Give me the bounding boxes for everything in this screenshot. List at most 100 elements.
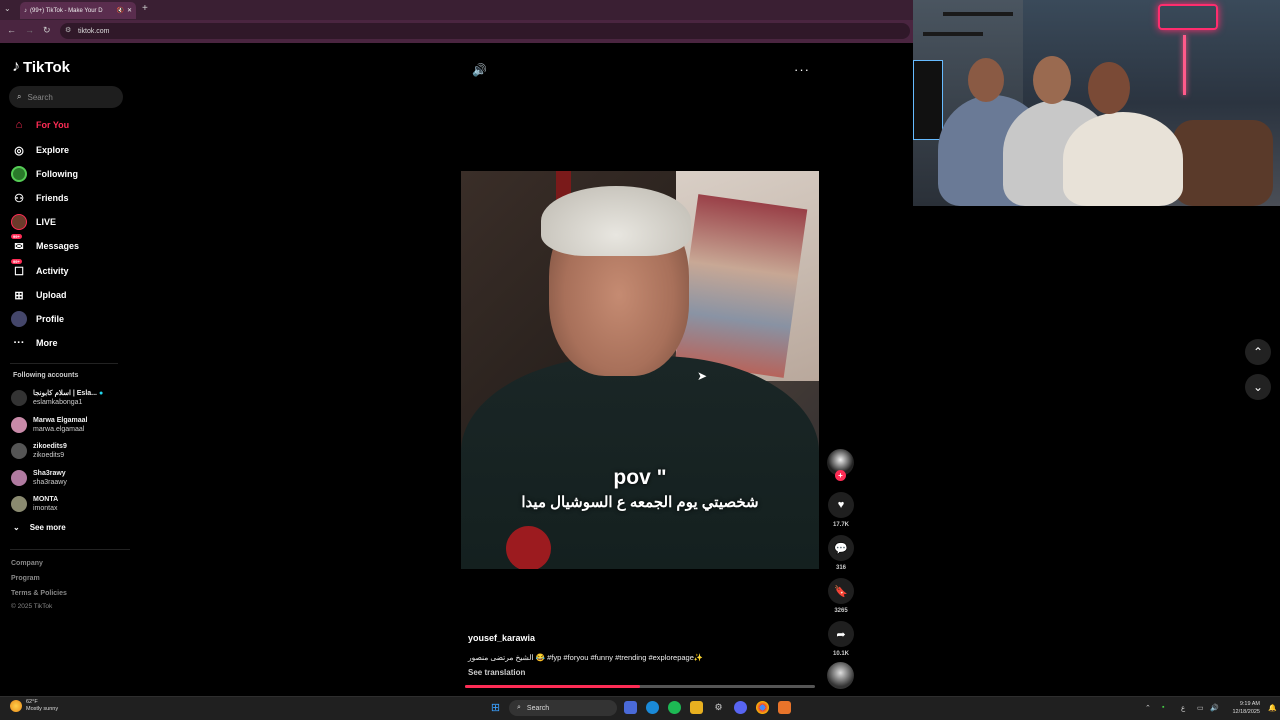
avatar [11,390,27,406]
comment-icon[interactable]: 💬 [828,535,854,561]
live-icon [11,214,27,230]
settings-icon[interactable]: ⚙ [712,701,725,714]
chevron-down-icon: ⌄ [13,523,20,532]
previous-video-button[interactable]: ⌃ [1245,339,1271,365]
see-translation-link[interactable]: See translation [468,668,525,677]
heart-icon[interactable]: ♥ [828,492,854,518]
following-account[interactable]: Sha3rawy sha3raawy [11,469,67,487]
more-icon: ··· [13,337,25,349]
search-icon: ⌕ [17,92,22,101]
back-icon[interactable]: ← [7,25,16,35]
messages-badge: 99+ [11,234,22,239]
nav-activity[interactable]: ☐ 99+ Activity [11,259,69,280]
footer-program-link[interactable]: Program [11,575,40,582]
follow-plus-icon[interactable]: + [835,470,846,481]
edge-browser-icon[interactable] [646,701,659,714]
browser-tab[interactable]: ♪ (99+) TikTok - Make Your D 🔇 ✕ [20,2,136,19]
network-icon[interactable]: ▭ [1197,704,1204,712]
video-progress-bar[interactable] [465,685,815,688]
nav-label: Messages [36,241,80,251]
following-account[interactable]: MONTA imontax [11,495,58,513]
share-icon[interactable]: ➦ [828,621,854,647]
nav-following[interactable]: Following [11,165,78,183]
nav-label: Upload [36,290,67,300]
video-caption-line-2: شخصيتي يوم الجمعه ع السوشيال ميدا [521,494,759,511]
clock-time: 9:19 AM [1239,701,1260,707]
next-video-button[interactable]: ⌄ [1245,374,1271,400]
activity-badge: 99+ [11,259,22,264]
footer-company-link[interactable]: Company [11,560,43,567]
save-action[interactable]: 🔖 3265 [826,578,856,614]
app-icon[interactable] [778,701,791,714]
volume-icon[interactable]: 🔊 [472,63,487,77]
nav-live[interactable]: LIVE [11,213,56,231]
activity-icon: ☐ 99+ [11,259,24,278]
webcam-person-right-head [1088,62,1130,114]
tab-list-icon[interactable]: ⌄ [4,4,11,13]
discord-icon[interactable] [734,701,747,714]
video-description: الشيخ مرتضى منصور 😂 #fyp #foryou #funny … [468,653,704,662]
taskbar-clock[interactable]: 9:19 AM 12/18/2025 [1232,700,1260,716]
account-handle: imontax [33,505,58,512]
account-name: Marwa Elgamaal [33,417,88,424]
see-more-button[interactable]: ⌄ See more [13,523,66,532]
nav-messages[interactable]: ✉ 99+ Messages [11,234,80,255]
tiktok-logo[interactable]: ♪ TikTok [12,58,70,76]
reload-icon[interactable]: ↻ [43,25,51,36]
notification-icon[interactable]: 🔔 [1268,704,1277,712]
chrome-icon[interactable] [756,701,769,714]
account-name: اسلام كابونجا | Esla... [33,390,97,397]
video-player[interactable]: pov " شخصيتي يوم الجمعه ع السوشيال ميدا [461,171,819,569]
windows-start-icon[interactable]: ⊞ [489,701,502,714]
nvidia-icon[interactable]: ▪ [1162,704,1164,711]
file-explorer-icon[interactable] [690,701,703,714]
weather-widget[interactable]: 62°F Mostly sunny [10,699,58,713]
url-field[interactable]: tiktok.com [60,23,910,39]
sidebar-divider [10,549,130,550]
nav-friends[interactable]: ⚇ Friends [11,189,69,207]
verified-icon: ● [98,390,104,397]
forward-icon[interactable]: → [25,25,34,35]
new-tab-button[interactable]: + [142,3,148,14]
windows-taskbar [0,696,1280,720]
following-account[interactable]: Marwa Elgamaal marwa.elgamaal [11,416,87,434]
nav-upload[interactable]: ⊞ Upload [11,286,67,304]
comment-action[interactable]: 💬 316 [826,535,856,571]
nav-label: LIVE [36,217,57,227]
microphone [506,526,551,569]
following-icon [11,166,27,182]
following-account[interactable]: zikoedits9 zikoedits9 [11,442,67,460]
like-action[interactable]: ♥ 17.7K [826,492,856,528]
more-options-icon[interactable]: ··· [794,62,810,77]
chevron-up-icon[interactable]: ⌃ [1145,704,1151,712]
site-info-icon[interactable]: ⚙ [65,26,71,34]
share-action[interactable]: ➦ 10.1K [826,621,856,657]
nav-label: Friends [36,193,69,203]
taskbar-search[interactable]: ⌕ Search [509,700,617,716]
following-account[interactable]: اسلام كابونجا | Esla... ● eslamkabonga1 [11,389,103,407]
mute-tab-icon[interactable]: 🔇 [116,7,123,14]
creator-username[interactable]: yousef_karawia [468,633,535,643]
search-placeholder: Search [27,92,53,102]
nav-for-you[interactable]: ⌂ For You [11,116,70,134]
nav-label: More [36,338,58,348]
task-view-icon[interactable] [624,701,637,714]
close-tab-icon[interactable]: ✕ [127,7,132,14]
footer-terms-link[interactable]: Terms & Policies [11,590,67,597]
search-input[interactable]: ⌕ Search [9,86,123,108]
taskbar-search-label: Search [526,704,550,712]
nav-more[interactable]: ··· More [11,334,58,352]
webcam-person-right [1063,112,1183,206]
language-indicator[interactable]: ع [1181,704,1185,712]
footer-copyright: © 2025 TikTok [11,603,53,610]
upload-icon: ⊞ [14,289,24,302]
like-count: 17.7K [832,522,849,528]
music-disc-avatar[interactable] [827,662,854,689]
account-name: zikoedits9 [33,443,67,450]
account-handle: sha3raawy [33,479,67,486]
nav-profile[interactable]: Profile [11,310,64,328]
spotify-icon[interactable] [668,701,681,714]
bookmark-icon[interactable]: 🔖 [828,578,854,604]
nav-explore[interactable]: ◎ Explore [11,141,69,159]
volume-icon[interactable]: 🔊 [1210,704,1219,712]
